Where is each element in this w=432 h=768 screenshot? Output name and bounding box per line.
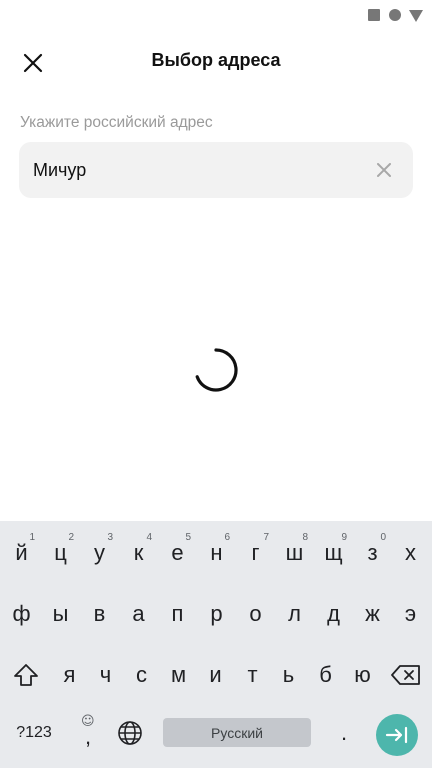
comma-key[interactable]: ☺ , [70,710,108,756]
shift-key[interactable] [4,652,48,698]
key-ц[interactable]: ц2 [41,530,80,576]
backspace-icon [391,665,420,685]
key-е[interactable]: е5 [158,530,197,576]
key-к[interactable]: к4 [119,530,158,576]
spinner-icon [195,348,238,392]
key-ю[interactable]: ю [343,652,382,698]
key-э[interactable]: э [391,591,430,637]
status-bar [0,0,432,30]
key-х[interactable]: х [391,530,430,576]
enter-key[interactable] [376,714,418,756]
next-field-icon [385,726,408,744]
language-key[interactable] [111,710,149,756]
space-key[interactable]: Русский [163,718,311,747]
address-input[interactable] [33,142,363,198]
key-у[interactable]: у3 [80,530,119,576]
address-field-label: Укажите российский адрес [20,114,213,131]
key-ч[interactable]: ч [86,652,125,698]
square-icon [368,9,380,21]
globe-icon [118,721,142,745]
key-и[interactable]: и [196,652,235,698]
key-с[interactable]: с [122,652,161,698]
key-щ[interactable]: щ9 [314,530,353,576]
key-б[interactable]: б [306,652,345,698]
key-ф[interactable]: ф [2,591,41,637]
key-з[interactable]: з0 [353,530,392,576]
header: Выбор адреса [0,38,432,86]
key-п[interactable]: п [158,591,197,637]
key-р[interactable]: р [197,591,236,637]
key-л[interactable]: л [275,591,314,637]
period-key[interactable]: . [324,710,364,756]
key-ш[interactable]: ш8 [275,530,314,576]
triangle-icon [409,10,423,22]
clear-icon [377,163,391,177]
key-м[interactable]: м [159,652,198,698]
key-г[interactable]: г7 [236,530,275,576]
key-я[interactable]: я [50,652,89,698]
key-ы[interactable]: ы [41,591,80,637]
key-т[interactable]: т [233,652,272,698]
key-д[interactable]: д [314,591,353,637]
key-ь[interactable]: ь [269,652,308,698]
key-а[interactable]: а [119,591,158,637]
key-в[interactable]: в [80,591,119,637]
key-ж[interactable]: ж [353,591,392,637]
address-field [19,142,413,198]
key-н[interactable]: н6 [197,530,236,576]
shift-icon [14,664,38,686]
clear-button[interactable] [373,159,395,181]
backspace-key[interactable] [384,652,428,698]
keyboard: й1 ц2 у3 к4 е5 н6 г7 ш8 щ9 з0 х ф ы в а … [0,521,432,768]
page-title: Выбор адреса [151,50,281,70]
circle-icon [389,9,401,21]
key-й[interactable]: й1 [2,530,41,576]
symbols-key[interactable]: ?123 [6,710,62,756]
key-о[interactable]: о [236,591,275,637]
